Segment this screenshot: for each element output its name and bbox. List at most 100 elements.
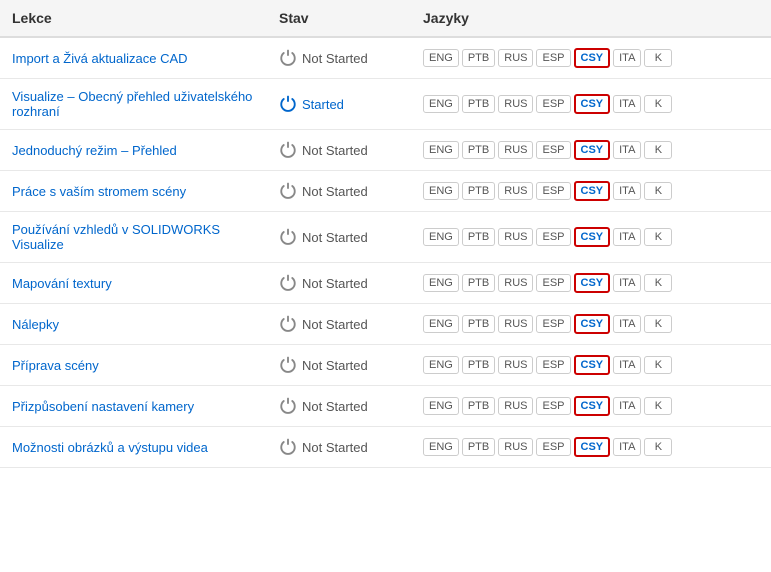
lang-button-k[interactable]: K — [644, 397, 672, 415]
lang-button-ptb[interactable]: PTB — [462, 274, 495, 292]
lang-button-rus[interactable]: RUS — [498, 141, 533, 159]
languages-cell: ENGPTBRUSESPCSYITAK — [411, 386, 771, 427]
lang-button-csy[interactable]: CSY — [574, 437, 611, 457]
lang-button-esp[interactable]: ESP — [536, 182, 570, 200]
lesson-link[interactable]: Přizpůsobení nastavení kamery — [12, 399, 194, 414]
lang-button-k[interactable]: K — [644, 315, 672, 333]
lang-button-rus[interactable]: RUS — [498, 315, 533, 333]
lang-button-ita[interactable]: ITA — [613, 49, 641, 67]
lang-button-rus[interactable]: RUS — [498, 438, 533, 456]
languages-cell: ENGPTBRUSESPCSYITAK — [411, 345, 771, 386]
languages-cell: ENGPTBRUSESPCSYITAK — [411, 427, 771, 468]
lesson-link[interactable]: Možnosti obrázků a výstupu videa — [12, 440, 208, 455]
lang-button-csy[interactable]: CSY — [574, 355, 611, 375]
lang-button-rus[interactable]: RUS — [498, 274, 533, 292]
lang-button-eng[interactable]: ENG — [423, 356, 459, 374]
lang-button-esp[interactable]: ESP — [536, 49, 570, 67]
lang-button-ita[interactable]: ITA — [613, 274, 641, 292]
lang-button-eng[interactable]: ENG — [423, 274, 459, 292]
lang-button-csy[interactable]: CSY — [574, 48, 611, 68]
lang-button-ita[interactable]: ITA — [613, 95, 641, 113]
lang-button-esp[interactable]: ESP — [536, 438, 570, 456]
power-icon — [279, 438, 297, 456]
lang-button-rus[interactable]: RUS — [498, 356, 533, 374]
lang-button-csy[interactable]: CSY — [574, 273, 611, 293]
status-text: Not Started — [302, 51, 368, 66]
lang-button-csy[interactable]: CSY — [574, 396, 611, 416]
col-header-lesson: Lekce — [0, 0, 267, 37]
lang-button-k[interactable]: K — [644, 274, 672, 292]
lang-button-ptb[interactable]: PTB — [462, 356, 495, 374]
lang-button-eng[interactable]: ENG — [423, 182, 459, 200]
lang-button-csy[interactable]: CSY — [574, 314, 611, 334]
lang-button-ita[interactable]: ITA — [613, 438, 641, 456]
lang-button-k[interactable]: K — [644, 141, 672, 159]
lang-button-csy[interactable]: CSY — [574, 94, 611, 114]
lesson-link[interactable]: Používání vzhledů v SOLIDWORKS Visualize — [12, 222, 220, 252]
languages-cell: ENGPTBRUSESPCSYITAK — [411, 79, 771, 130]
lang-button-rus[interactable]: RUS — [498, 397, 533, 415]
lang-button-ptb[interactable]: PTB — [462, 315, 495, 333]
lang-button-ita[interactable]: ITA — [613, 315, 641, 333]
lang-button-rus[interactable]: RUS — [498, 182, 533, 200]
lang-button-esp[interactable]: ESP — [536, 274, 570, 292]
power-icon — [279, 397, 297, 415]
languages-cell: ENGPTBRUSESPCSYITAK — [411, 212, 771, 263]
table-row: Nálepky Not StartedENGPTBRUSESPCSYITAK — [0, 304, 771, 345]
lang-button-eng[interactable]: ENG — [423, 95, 459, 113]
lang-button-ptb[interactable]: PTB — [462, 95, 495, 113]
lang-button-ita[interactable]: ITA — [613, 228, 641, 246]
lang-button-esp[interactable]: ESP — [536, 397, 570, 415]
lesson-link[interactable]: Visualize – Obecný přehled uživatelského… — [12, 89, 252, 119]
lang-button-ita[interactable]: ITA — [613, 141, 641, 159]
lang-button-eng[interactable]: ENG — [423, 315, 459, 333]
lang-button-esp[interactable]: ESP — [536, 356, 570, 374]
lang-button-csy[interactable]: CSY — [574, 227, 611, 247]
lang-button-ita[interactable]: ITA — [613, 397, 641, 415]
lang-button-eng[interactable]: ENG — [423, 397, 459, 415]
lang-button-ptb[interactable]: PTB — [462, 182, 495, 200]
lang-button-k[interactable]: K — [644, 95, 672, 113]
lang-button-ita[interactable]: ITA — [613, 356, 641, 374]
table-row: Přizpůsobení nastavení kamery Not Starte… — [0, 386, 771, 427]
lesson-link[interactable]: Jednoduchý režim – Přehled — [12, 143, 177, 158]
lang-button-csy[interactable]: CSY — [574, 140, 611, 160]
lesson-cell: Používání vzhledů v SOLIDWORKS Visualize — [0, 212, 267, 263]
lang-button-rus[interactable]: RUS — [498, 95, 533, 113]
lang-button-csy[interactable]: CSY — [574, 181, 611, 201]
lang-button-esp[interactable]: ESP — [536, 315, 570, 333]
lang-button-k[interactable]: K — [644, 182, 672, 200]
lesson-link[interactable]: Příprava scény — [12, 358, 99, 373]
status-cell: Started — [267, 79, 411, 130]
lang-button-eng[interactable]: ENG — [423, 228, 459, 246]
lang-button-ptb[interactable]: PTB — [462, 228, 495, 246]
lesson-link[interactable]: Nálepky — [12, 317, 59, 332]
lesson-link[interactable]: Mapování textury — [12, 276, 112, 291]
lesson-cell: Možnosti obrázků a výstupu videa — [0, 427, 267, 468]
lang-button-ptb[interactable]: PTB — [462, 438, 495, 456]
table-row: Příprava scény Not StartedENGPTBRUSESPCS… — [0, 345, 771, 386]
status-text: Not Started — [302, 143, 368, 158]
lang-button-eng[interactable]: ENG — [423, 141, 459, 159]
lang-button-k[interactable]: K — [644, 438, 672, 456]
lang-button-eng[interactable]: ENG — [423, 49, 459, 67]
lessons-table: Lekce Stav Jazyky Import a Živá aktualiz… — [0, 0, 771, 468]
lang-button-ita[interactable]: ITA — [613, 182, 641, 200]
lang-button-k[interactable]: K — [644, 228, 672, 246]
lang-button-esp[interactable]: ESP — [536, 95, 570, 113]
lesson-link[interactable]: Práce s vaším stromem scény — [12, 184, 186, 199]
power-icon — [279, 95, 297, 113]
lesson-link[interactable]: Import a Živá aktualizace CAD — [12, 51, 188, 66]
lang-button-rus[interactable]: RUS — [498, 228, 533, 246]
lang-button-ptb[interactable]: PTB — [462, 397, 495, 415]
lang-button-esp[interactable]: ESP — [536, 228, 570, 246]
lang-button-eng[interactable]: ENG — [423, 438, 459, 456]
status-text: Not Started — [302, 184, 368, 199]
lang-button-rus[interactable]: RUS — [498, 49, 533, 67]
power-icon — [279, 228, 297, 246]
lang-button-k[interactable]: K — [644, 356, 672, 374]
lang-button-k[interactable]: K — [644, 49, 672, 67]
lang-button-esp[interactable]: ESP — [536, 141, 570, 159]
lang-button-ptb[interactable]: PTB — [462, 49, 495, 67]
lang-button-ptb[interactable]: PTB — [462, 141, 495, 159]
